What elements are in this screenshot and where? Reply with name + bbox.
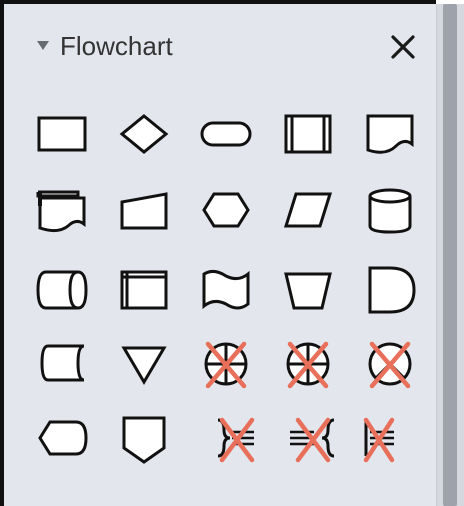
manual-input-shape[interactable] [114, 180, 174, 240]
paper-tape-shape[interactable] [196, 260, 256, 320]
flowchart-panel: Flowchart [0, 0, 436, 506]
display-shape[interactable] [32, 408, 92, 468]
scrollbar-thumb[interactable] [443, 4, 457, 506]
summing-junction-shape[interactable] [278, 332, 338, 392]
triangle-down-icon[interactable] [37, 41, 49, 50]
process-shape[interactable] [32, 104, 92, 164]
delay-shape[interactable] [360, 260, 420, 320]
annotation-right-shape[interactable] [354, 408, 414, 468]
panel-title: Flowchart [60, 31, 173, 61]
close-icon[interactable] [388, 32, 418, 62]
merge-shape[interactable] [114, 332, 174, 392]
internal-storage-shape[interactable] [114, 260, 174, 320]
terminator-shape[interactable] [196, 104, 256, 164]
panel-header[interactable]: Flowchart [4, 4, 436, 90]
document-shape[interactable] [360, 104, 420, 164]
direct-access-storage-shape[interactable] [32, 260, 92, 320]
annotation-left-shape[interactable] [208, 408, 268, 468]
collate-shape[interactable] [360, 332, 420, 392]
stored-data-shape[interactable] [32, 332, 92, 392]
preparation-shape[interactable] [196, 180, 256, 240]
or-shape[interactable] [196, 332, 256, 392]
data-shape[interactable] [278, 180, 338, 240]
annotation-both-shape[interactable] [284, 408, 344, 468]
database-shape[interactable] [360, 180, 420, 240]
decision-shape[interactable] [114, 104, 174, 164]
off-page-reference-shape[interactable] [114, 408, 174, 468]
manual-operation-shape[interactable] [278, 260, 338, 320]
vertical-scrollbar[interactable] [436, 4, 464, 506]
predefined-process-shape[interactable] [278, 104, 338, 164]
multi-document-shape[interactable] [32, 180, 92, 240]
